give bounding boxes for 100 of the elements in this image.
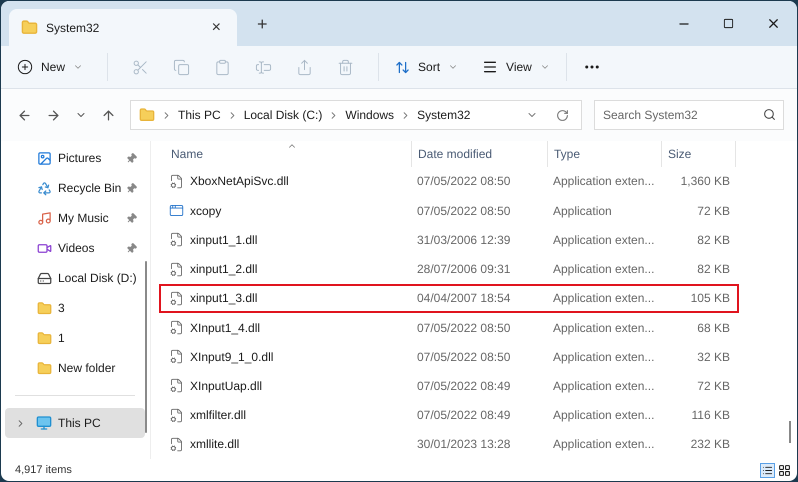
type-cell-text: Application exten... <box>552 290 656 308</box>
type-cell-text: Application exten... <box>552 261 656 278</box>
breadcrumb[interactable]: This PC <box>178 106 221 124</box>
application-icon <box>169 203 184 218</box>
sidebar-label: Pictures <box>58 150 102 167</box>
sidebar-item[interactable]: Videos <box>5 233 145 263</box>
breadcrumb[interactable]: Local Disk (C:) <box>244 106 322 124</box>
close-tab-button[interactable]: × <box>208 16 225 40</box>
sidebar-item[interactable]: This PC <box>5 408 145 438</box>
file-icon <box>169 262 184 277</box>
sort-button[interactable]: Sort <box>391 58 462 76</box>
sidebar-item[interactable]: Recycle Bin <box>5 173 145 203</box>
date-cell-text: 04/04/2007 18:54 <box>416 290 512 308</box>
folder-icon <box>21 19 38 36</box>
plus-icon <box>17 59 33 75</box>
folder-icon <box>37 360 52 376</box>
sidebar-label: Videos <box>58 240 96 257</box>
file-icon <box>169 232 184 248</box>
sidebar-item[interactable]: My Music <box>5 203 145 233</box>
view-button[interactable]: View <box>482 58 550 76</box>
size-cell-text: 232 KB <box>690 436 731 454</box>
item-count: 4,917 items <box>15 462 72 478</box>
maximize-icon[interactable] <box>723 18 734 29</box>
search-field[interactable]: Search System32 <box>594 100 784 130</box>
window-title: System32 <box>46 20 100 36</box>
window-tab[interactable]: System32 × <box>9 9 237 46</box>
size-cell-text: 82 KB <box>696 232 731 249</box>
scrollbar-thumb[interactable] <box>789 421 791 443</box>
folder-icon <box>37 300 52 316</box>
close-icon[interactable] <box>766 16 781 31</box>
file-row[interactable]: XInput1_4.dll 07/05/2022 08:50 Application exten... 68 KB <box>159 312 739 342</box>
music-icon <box>37 210 52 226</box>
file-row[interactable]: XboxNetApiSvc.dll 07/05/2022 08:50 Application exten... 1,360 KB <box>159 166 739 196</box>
sidebar-item[interactable]: 3 <box>5 293 145 323</box>
date-cell-text: 07/05/2022 08:50 <box>416 173 512 190</box>
file-name: XInput1_4.dll <box>190 320 260 336</box>
sidebar-label: This PC <box>58 415 101 432</box>
tiles-view-icon[interactable] <box>777 462 792 478</box>
size-cell-text: 82 KB <box>696 261 731 278</box>
column-header[interactable]: Type <box>547 141 661 167</box>
type-cell-text: Application exten... <box>552 320 656 336</box>
date-cell-text: 07/05/2022 08:49 <box>416 378 512 395</box>
file-row[interactable]: xcopy 07/05/2022 08:50 Application 72 KB <box>159 196 739 226</box>
refresh-icon[interactable] <box>556 108 569 122</box>
type-cell-text: Application exten... <box>552 436 656 454</box>
sidebar-item[interactable]: Pictures <box>5 143 145 173</box>
address-bar[interactable]: This PC Local Disk (C:) Windows System32 <box>130 100 582 130</box>
type-cell-text: Application exten... <box>552 173 656 190</box>
column-header[interactable]: Date modified <box>411 141 547 167</box>
folder-icon <box>139 107 155 123</box>
file-icon <box>169 378 184 394</box>
sidebar-label: New folder <box>58 360 116 377</box>
date-cell-text: 31/03/2006 12:39 <box>416 232 512 249</box>
sidebar-label: Recycle Bin <box>58 180 122 197</box>
sidebar-item[interactable]: Local Disk (D:) <box>5 263 145 293</box>
sidebar-label: Local Disk (D:) <box>58 270 137 287</box>
recycle-bin-icon <box>37 180 52 196</box>
type-cell-text: Application exten... <box>552 407 656 424</box>
file-row[interactable]: xinput1_3.dll 04/04/2007 18:54 Application exten... 105 KB <box>159 284 739 313</box>
scrollbar-thumb[interactable] <box>144 261 147 433</box>
size-cell-text: 116 KB <box>690 407 731 424</box>
file-name: xinput1_3.dll <box>190 290 258 308</box>
size-cell-text: 32 KB <box>696 348 731 366</box>
date-cell-text: 30/01/2023 13:28 <box>416 436 512 454</box>
file-name: xinput1_1.dll <box>190 232 258 249</box>
file-row[interactable]: xmlfilter.dll 07/05/2022 08:49 Application exten... 116 KB <box>159 400 739 430</box>
type-cell-text: Application exten... <box>552 348 656 366</box>
sort-icon <box>395 60 410 74</box>
date-cell-text: 07/05/2022 08:50 <box>416 348 512 366</box>
list-view-icon[interactable] <box>760 462 775 478</box>
new-button[interactable]: New <box>17 58 96 76</box>
new-tab-button[interactable]: + <box>257 11 268 38</box>
size-cell-text: 1,360 KB <box>680 173 731 190</box>
size-cell-text: 72 KB <box>696 378 731 395</box>
file-row[interactable]: xinput1_1.dll 31/03/2006 12:39 Application exten... 82 KB <box>159 225 739 254</box>
type-cell-text: Application <box>552 202 613 220</box>
forward-icon[interactable] <box>46 108 61 122</box>
picture-icon <box>37 150 52 166</box>
size-cell-text: 72 KB <box>696 202 731 220</box>
column-header[interactable]: Name <box>161 141 411 167</box>
file-name: xmllite.dll <box>190 436 240 454</box>
file-name: xinput1_2.dll <box>190 261 258 278</box>
date-cell-text: 28/07/2006 09:31 <box>416 261 512 278</box>
file-row[interactable]: xinput1_2.dll 28/07/2006 09:31 Application exten... 82 KB <box>159 254 739 284</box>
sidebar-label: 1 <box>58 330 66 347</box>
column-header[interactable]: Size <box>661 141 736 167</box>
file-icon <box>169 290 184 306</box>
file-row[interactable]: XInput9_1_0.dll 07/05/2022 08:50 Application exten... 32 KB <box>159 342 739 372</box>
back-icon[interactable] <box>17 108 32 122</box>
sidebar-item[interactable]: New folder <box>5 353 145 383</box>
drive-icon <box>37 270 52 286</box>
up-icon[interactable] <box>101 108 116 122</box>
breadcrumb[interactable]: Windows <box>345 106 394 124</box>
size-cell-text: 68 KB <box>696 320 731 336</box>
file-row[interactable]: xmllite.dll 30/01/2023 13:28 Application exten... 232 KB <box>159 430 739 460</box>
file-row[interactable]: XInputUap.dll 07/05/2022 08:49 Application exten... 72 KB <box>159 371 739 401</box>
file-name: XInputUap.dll <box>190 378 262 395</box>
sidebar-item[interactable]: 1 <box>5 323 145 353</box>
file-icon <box>169 320 184 335</box>
breadcrumb[interactable]: System32 <box>417 106 470 124</box>
